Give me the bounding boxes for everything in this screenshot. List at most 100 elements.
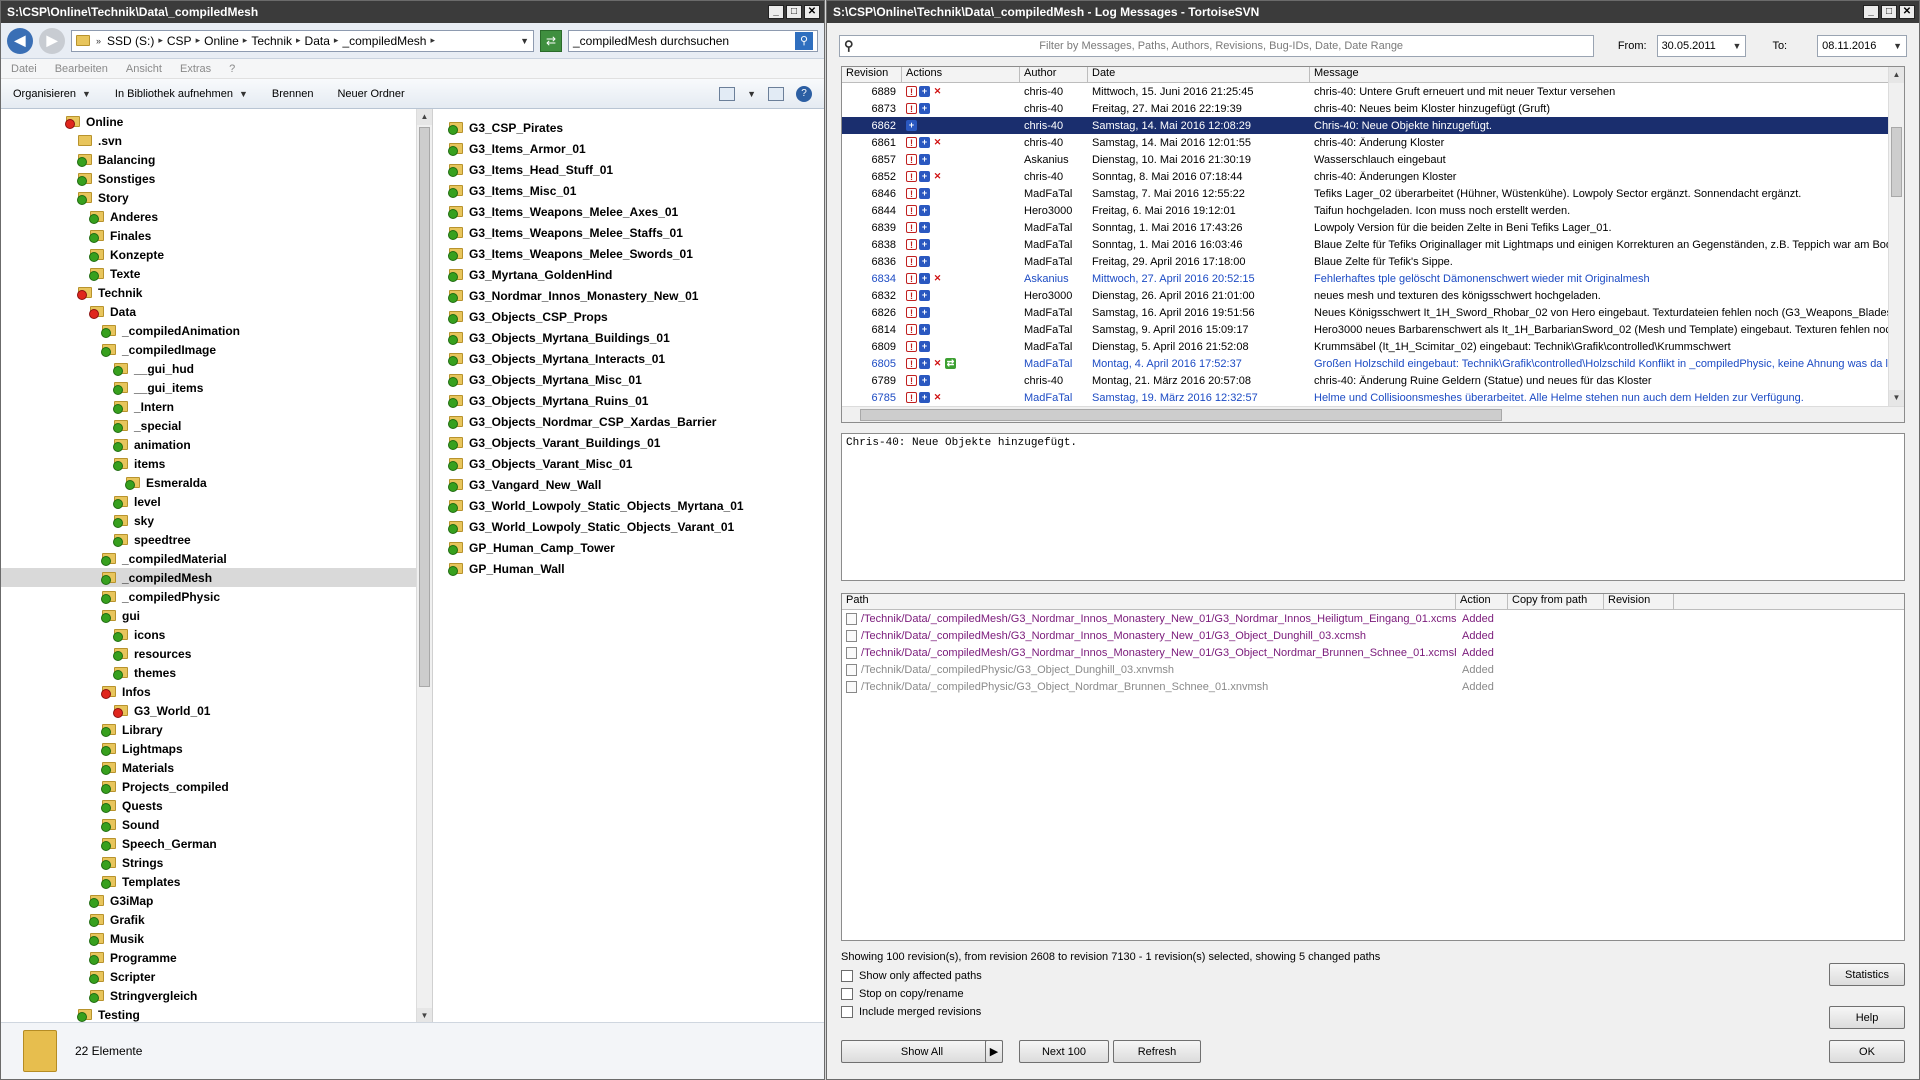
revision-row[interactable]: 6789! + chris-40 Montag, 21. März 2016 20:5… <box>842 372 1904 389</box>
revision-row[interactable]: 6857! + Askanius Dienstag, 10. Mai 2016 21:… <box>842 151 1904 168</box>
tree-item[interactable]: Lightmaps <box>1 739 432 758</box>
from-date-picker[interactable]: 30.05.2011 ▼ <box>1656 35 1747 57</box>
tree-item[interactable]: Data <box>1 302 432 321</box>
revision-row[interactable]: 6861! + ✕ chris-40 Samstag, 14. Mai 2016 12:… <box>842 134 1904 151</box>
tree-item[interactable]: Musik <box>1 929 432 948</box>
tree-item[interactable]: _special <box>1 416 432 435</box>
revision-row[interactable]: 6844! + Hero3000 Freitag, 6. Mai 2016 19:12… <box>842 202 1904 219</box>
tree-item[interactable]: Quests <box>1 796 432 815</box>
tree-item[interactable]: Story <box>1 188 432 207</box>
scroll-thumb[interactable] <box>860 409 1502 421</box>
file-item[interactable]: G3_Items_Head_Stuff_01 <box>448 159 824 180</box>
view-options-icon[interactable] <box>719 86 736 101</box>
message-box[interactable]: Chris-40: Neue Objekte hinzugefügt. <box>841 433 1905 581</box>
tree-item[interactable]: animation <box>1 435 432 454</box>
tree-item[interactable]: Infos <box>1 682 432 701</box>
column-action[interactable]: Action <box>1456 594 1508 609</box>
tree-item[interactable]: Balancing <box>1 150 432 169</box>
tree-item[interactable]: gui <box>1 606 432 625</box>
revision-row[interactable]: 6814! + MadFaTal Samstag, 9. April 2016 15:… <box>842 321 1904 338</box>
revision-row[interactable]: 6836! + MadFaTal Freitag, 29. April 2016 17… <box>842 253 1904 270</box>
file-item[interactable]: G3_Nordmar_Innos_Monastery_New_01 <box>448 285 824 306</box>
column-path[interactable]: Path <box>842 594 1456 609</box>
tree-item[interactable]: _compiledAnimation <box>1 321 432 340</box>
stop-on-copy-checkbox[interactable]: Stop on copy/rename <box>841 988 964 1000</box>
tree-item[interactable]: level <box>1 492 432 511</box>
file-item[interactable]: G3_Objects_Myrtana_Ruins_01 <box>448 390 824 411</box>
to-date-picker[interactable]: 08.11.2016 ▼ <box>1817 35 1907 57</box>
column-revision[interactable]: Revision <box>1604 594 1674 609</box>
next-100-button[interactable]: Next 100 <box>1019 1040 1109 1063</box>
tree-item[interactable]: icons <box>1 625 432 644</box>
minimize-button[interactable]: _ <box>768 5 784 19</box>
svn-titlebar[interactable]: S:\CSP\Online\Technik\Data\_compiledMesh… <box>827 1 1919 23</box>
file-item[interactable]: G3_Objects_Myrtana_Interacts_01 <box>448 348 824 369</box>
revision-row[interactable]: 6832! + Hero3000 Dienstag, 26. April 2016 2… <box>842 287 1904 304</box>
revision-row[interactable]: 6809! + MadFaTal Dienstag, 5. April 2016 21… <box>842 338 1904 355</box>
file-item[interactable]: G3_Objects_Varant_Buildings_01 <box>448 432 824 453</box>
tree-item[interactable]: Grafik <box>1 910 432 929</box>
tree-item[interactable]: __gui_items <box>1 378 432 397</box>
breadcrumb-item[interactable]: Online <box>204 34 239 48</box>
menu-extras[interactable]: Extras <box>180 63 211 75</box>
changed-path-row[interactable]: /Technik/Data/_compiledPhysic/G3_Object_… <box>842 678 1904 695</box>
breadcrumb-item[interactable]: CSP <box>167 34 192 48</box>
tree-item[interactable]: _compiledMaterial <box>1 549 432 568</box>
scroll-down-arrow[interactable]: ▼ <box>1889 390 1904 406</box>
column-copy-from-path[interactable]: Copy from path <box>1508 594 1604 609</box>
tree-item[interactable]: G3_World_01 <box>1 701 432 720</box>
changed-path-row[interactable]: /Technik/Data/_compiledPhysic/G3_Object_… <box>842 661 1904 678</box>
menu-ansicht[interactable]: Ansicht <box>126 63 162 75</box>
burn-button[interactable]: Brennen <box>272 88 314 100</box>
show-only-affected-checkbox[interactable]: Show only affected paths <box>841 970 982 982</box>
file-item[interactable]: G3_Myrtana_GoldenHind <box>448 264 824 285</box>
tree-item[interactable]: Konzepte <box>1 245 432 264</box>
tree-item[interactable]: Online <box>1 112 432 131</box>
tree-item[interactable]: Texte <box>1 264 432 283</box>
revision-row[interactable]: 6873! + chris-40 Freitag, 27. Mai 2016 22:1… <box>842 100 1904 117</box>
tree-item[interactable]: Materials <box>1 758 432 777</box>
tree-item[interactable]: Sonstiges <box>1 169 432 188</box>
filter-input[interactable]: ⚲ Filter by Messages, Paths, Authors, Re… <box>839 35 1594 57</box>
log-hscrollbar[interactable] <box>842 406 1904 422</box>
tree-item[interactable]: Anderes <box>1 207 432 226</box>
tree-item[interactable]: Library <box>1 720 432 739</box>
tree-item[interactable]: Sound <box>1 815 432 834</box>
file-item[interactable]: G3_Items_Weapons_Melee_Staffs_01 <box>448 222 824 243</box>
statistics-button[interactable]: Statistics <box>1829 963 1905 986</box>
tree-item[interactable]: Technik <box>1 283 432 302</box>
chevron-down-icon[interactable]: ▼ <box>520 36 529 46</box>
changed-path-row[interactable]: /Technik/Data/_compiledMesh/G3_Nordmar_I… <box>842 610 1904 627</box>
tree-item[interactable]: sky <box>1 511 432 530</box>
tree-item[interactable]: _compiledPhysic <box>1 587 432 606</box>
menu-bearbeiten[interactable]: Bearbeiten <box>55 63 108 75</box>
tree-item[interactable]: _compiledMesh <box>1 568 432 587</box>
tree-item[interactable]: __gui_hud <box>1 359 432 378</box>
tree-item[interactable]: Stringvergleich <box>1 986 432 1005</box>
forward-button[interactable]: ▶ <box>39 27 65 54</box>
file-item[interactable]: G3_World_Lowpoly_Static_Objects_Myrtana_… <box>448 495 824 516</box>
file-item[interactable]: GP_Human_Camp_Tower <box>448 537 824 558</box>
scroll-up-arrow[interactable]: ▲ <box>417 109 432 125</box>
search-icon[interactable]: ⚲ <box>795 31 813 50</box>
column-revision[interactable]: Revision <box>842 67 902 82</box>
search-input[interactable]: _compiledMesh durchsuchen ⚲ <box>568 29 818 52</box>
changed-path-row[interactable]: /Technik/Data/_compiledMesh/G3_Nordmar_I… <box>842 627 1904 644</box>
chevron-down-icon[interactable]: ▼ <box>747 89 756 99</box>
close-button[interactable]: ✕ <box>1899 5 1915 19</box>
show-all-dropdown[interactable]: ▶ <box>985 1040 1003 1063</box>
explorer-titlebar[interactable]: S:\CSP\Online\Technik\Data\_compiledMesh… <box>1 1 824 23</box>
tree-item[interactable]: G3iMap <box>1 891 432 910</box>
revision-row[interactable]: 6846! + MadFaTal Samstag, 7. Mai 2016 12:55… <box>842 185 1904 202</box>
ok-button[interactable]: OK <box>1829 1040 1905 1063</box>
breadcrumb-item[interactable]: _compiledMesh <box>342 34 426 48</box>
organize-button[interactable]: Organisieren ▼ <box>13 88 91 100</box>
tree-item[interactable]: resources <box>1 644 432 663</box>
column-message[interactable]: Message <box>1310 67 1904 82</box>
column-date[interactable]: Date <box>1088 67 1310 82</box>
tree-item[interactable]: Scripter <box>1 967 432 986</box>
preview-pane-icon[interactable] <box>768 86 784 101</box>
tree-item[interactable]: Projects_compiled <box>1 777 432 796</box>
tree-scrollbar[interactable]: ▲ ▼ <box>416 109 432 1024</box>
tree-item[interactable]: _compiledImage <box>1 340 432 359</box>
